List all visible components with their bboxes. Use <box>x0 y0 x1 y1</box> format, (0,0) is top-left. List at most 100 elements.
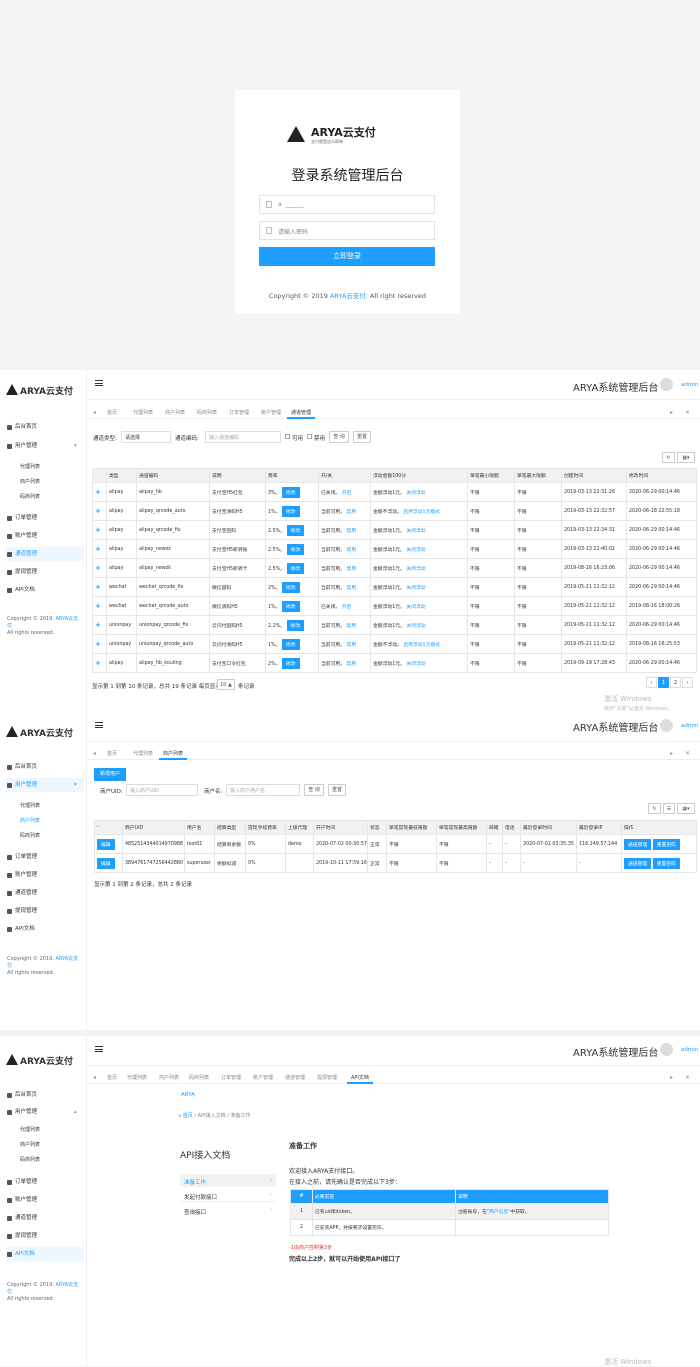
column-header[interactable]: 商户UID <box>122 820 185 835</box>
expand-row-icon[interactable]: + <box>92 615 107 635</box>
column-header[interactable]: 单笔最大限额 <box>514 468 562 483</box>
toggle-status-link[interactable]: 禁用 <box>347 662 357 667</box>
sidebar-item-home[interactable]: 后台首页 <box>6 420 84 434</box>
sidebar-item-agents[interactable]: 代理列表 <box>6 1123 84 1137</box>
breadcrumb-item[interactable]: API接入文档 <box>198 1113 226 1119</box>
sidebar-item-merchants[interactable]: 商户列表 <box>6 1138 84 1152</box>
columns-toggle-icon[interactable]: ▦▾ <box>677 803 695 814</box>
toggle-float-link[interactable]: 启用浮动1元模式 <box>403 643 440 648</box>
tab-home[interactable]: 首页 <box>103 1073 121 1084</box>
tabs-close-icon[interactable]: ✕ <box>685 750 690 757</box>
username-field[interactable]: a ______ <box>259 195 435 214</box>
toggle-float-link[interactable]: 关闭浮动 <box>406 586 425 591</box>
sidebar-item-api[interactable]: API文档 <box>6 583 84 597</box>
column-header[interactable]: 单笔最小限额 <box>467 468 515 483</box>
sidebar-item-orders[interactable]: 订单管理 <box>6 1175 84 1189</box>
edit-rate-button[interactable]: 修改 <box>281 581 300 593</box>
page-button[interactable]: 2 <box>670 677 681 688</box>
expand-row-icon[interactable]: + <box>92 634 107 654</box>
uid-input[interactable]: 输入商户UID <box>126 784 198 796</box>
expand-row-icon[interactable]: + <box>92 482 107 502</box>
column-header[interactable]: 用户名 <box>184 820 215 835</box>
expand-row-icon[interactable]: + <box>92 520 107 540</box>
tab-orders[interactable]: 订单管理 <box>217 1073 245 1084</box>
sidebar-item-withdraw[interactable]: 提现管理 <box>6 1229 84 1243</box>
column-header[interactable]: 结算类型 <box>214 820 246 835</box>
sidebar-item-accounts[interactable]: 账户管理 <box>6 868 84 882</box>
edit-rate-button[interactable]: 修改 <box>281 657 300 669</box>
toggle-status-link[interactable]: 禁用 <box>347 643 357 648</box>
column-header[interactable]: 单笔提现最低限额 <box>386 820 437 835</box>
sidebar-item-agents[interactable]: 代理列表 <box>6 460 84 474</box>
tab-channels[interactable]: 通道管理 <box>281 1073 309 1084</box>
user-name[interactable]: admin <box>681 723 698 729</box>
toggle-float-link[interactable]: 关闭浮动 <box>406 605 425 610</box>
toggle-float-link[interactable]: 启用浮动1元模式 <box>403 510 440 515</box>
reset-password-button[interactable]: 重置密码 <box>652 838 680 850</box>
toggle-status-link[interactable]: 禁用 <box>347 510 357 515</box>
tab-channels[interactable]: 通道管理 <box>287 408 316 419</box>
doc-menu-item-active[interactable]: 准备工作 › <box>180 1174 276 1187</box>
sidebar-item-accounts[interactable]: 账户管理 <box>6 529 84 543</box>
page-prev-button[interactable]: ‹ <box>646 677 657 688</box>
list-view-icon[interactable]: ☰ <box>663 803 675 814</box>
channel-manage-button[interactable]: 通道管理 <box>624 838 652 850</box>
search-button[interactable]: 查 询 <box>304 784 324 796</box>
toggle-float-link[interactable]: 关闭浮动 <box>406 491 425 496</box>
column-header[interactable]: 说明 <box>209 468 266 483</box>
sidebar-item-users[interactable]: 用户管理 ▾ <box>6 439 84 453</box>
edit-rate-button[interactable]: 修改 <box>286 543 305 555</box>
menu-toggle-icon[interactable] <box>95 722 103 728</box>
sidebar-item-channels[interactable]: 通道管理 <box>6 547 84 561</box>
tab-agents[interactable]: 代理列表 <box>129 408 157 419</box>
toggle-float-link[interactable]: 关闭浮动 <box>406 624 425 629</box>
tab-merchants[interactable]: 商户列表 <box>161 408 189 419</box>
toggle-float-link[interactable]: 关闭浮动 <box>406 662 425 667</box>
edit-rate-button[interactable]: 修改 <box>286 524 305 536</box>
tab-api[interactable]: API文档 <box>347 1073 373 1084</box>
sidebar-item-channels[interactable]: 通道管理 <box>6 886 84 900</box>
edit-button[interactable]: 编辑 <box>97 857 115 869</box>
sidebar-item-channels[interactable]: 通道管理 <box>6 1211 84 1225</box>
toggle-status-link[interactable]: 禁用 <box>347 548 357 553</box>
edit-rate-button[interactable]: 修改 <box>281 486 300 498</box>
channel-manage-button[interactable]: 通道管理 <box>624 857 652 869</box>
add-user-button[interactable]: 新增用户 <box>94 768 126 781</box>
expand-row-icon[interactable]: + <box>92 596 107 616</box>
channel-type-select[interactable]: 请选择 <box>121 431 171 443</box>
expand-row-icon[interactable]: + <box>92 501 107 521</box>
copyright-link[interactable]: ARYA云支付 <box>330 292 366 300</box>
toggle-status-link[interactable]: 开启 <box>342 491 352 496</box>
tab-withdraw[interactable]: 提现管理 <box>313 1073 341 1084</box>
tab-accounts[interactable]: 账户管理 <box>249 1073 277 1084</box>
disable-checkbox[interactable] <box>307 434 312 439</box>
refresh-icon[interactable]: ↻ <box>648 803 661 814</box>
tab-agents[interactable]: 代理列表 <box>129 749 157 760</box>
toggle-float-link[interactable]: 关闭浮动 <box>406 548 425 553</box>
column-header[interactable]: 修改时间 <box>626 468 697 483</box>
user-name[interactable]: admin <box>681 382 698 388</box>
doc-menu-item[interactable]: 发起付款接口 › <box>180 1189 276 1202</box>
tabs-close-icon[interactable]: ✕ <box>685 409 690 416</box>
tab-orders[interactable]: 订单管理 <box>225 408 253 419</box>
expand-row-icon[interactable]: + <box>92 558 107 578</box>
sidebar-item-api[interactable]: API文档 <box>6 1247 84 1261</box>
column-header[interactable]: 浮动金额100分 <box>370 468 468 483</box>
toggle-float-link[interactable]: 关闭浮动 <box>406 567 425 572</box>
sidebar-item-users[interactable]: 用户管理 ▴ <box>6 1105 84 1119</box>
sidebar-item-withdraw[interactable]: 提现管理 <box>6 904 84 918</box>
sidebar-item-home[interactable]: 后台首页 <box>6 1088 84 1102</box>
toggle-float-link[interactable]: 关闭浮动 <box>406 529 425 534</box>
menu-toggle-icon[interactable] <box>95 1046 103 1052</box>
tab-coders[interactable]: 码商列表 <box>193 408 221 419</box>
sidebar-item-users[interactable]: 用户管理 ▾ <box>6 778 84 792</box>
tab-merchants[interactable]: 商户列表 <box>155 1073 183 1084</box>
sidebar-item-agents[interactable]: 代理列表 <box>6 799 84 813</box>
sidebar-item-coders[interactable]: 码商列表 <box>6 1153 84 1167</box>
page-button[interactable]: 1 <box>658 677 669 688</box>
column-header[interactable]: 操作 <box>621 820 697 835</box>
column-header[interactable]: 最近登录时间 <box>520 820 577 835</box>
column-header[interactable]: 开户时间 <box>313 820 368 835</box>
column-header[interactable]: 通道编码 <box>136 468 210 483</box>
login-submit-button[interactable]: 立即登录 <box>259 247 435 266</box>
